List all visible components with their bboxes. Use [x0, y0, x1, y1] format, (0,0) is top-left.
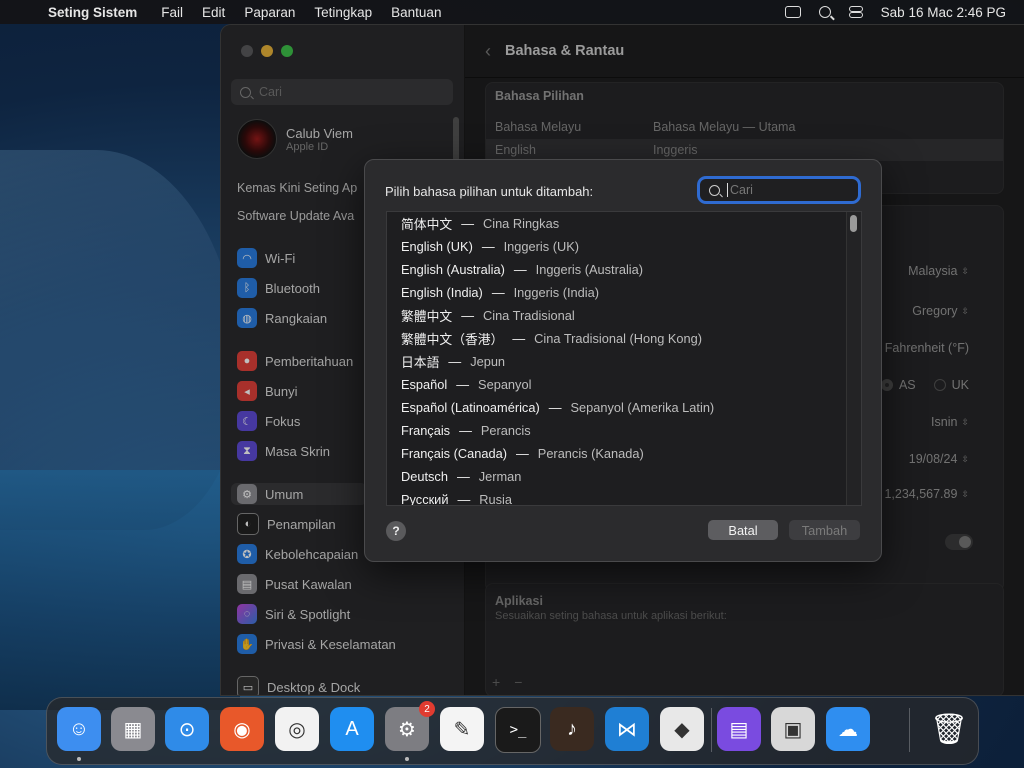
language-translated-name: Perancis (Kanada): [537, 446, 644, 461]
language-translated-name: Inggeris (Australia): [535, 262, 644, 277]
menu-view[interactable]: Paparan: [244, 5, 295, 20]
dock-separator: [909, 708, 910, 752]
language-option[interactable]: Русский — Rusia: [387, 488, 861, 506]
control-center-icon[interactable]: [848, 6, 863, 18]
language-native-name: Español: [401, 377, 448, 392]
language-option[interactable]: Français — Perancis: [387, 419, 861, 442]
menu-clock[interactable]: Sab 16 Mac 2:46 PG: [881, 5, 1006, 20]
text-caret: [727, 183, 728, 197]
help-button[interactable]: ?: [386, 521, 406, 541]
separator: —: [481, 239, 495, 254]
weather-icon[interactable]: ☁: [826, 707, 870, 751]
safari-icon[interactable]: ⊙: [165, 707, 209, 751]
language-list[interactable]: 简体中文 — Cina Ringkas English (UK) — Inggeris (…: [386, 211, 862, 506]
separator: —: [512, 331, 526, 346]
language-native-name: 简体中文: [401, 217, 453, 232]
language-option[interactable]: Français (Canada) — Perancis (Kanada): [387, 442, 861, 465]
language-translated-name: Inggeris (India): [513, 285, 599, 300]
add-button[interactable]: Tambah: [789, 520, 860, 540]
separator: —: [515, 446, 529, 461]
separator: —: [456, 469, 470, 484]
separator: —: [456, 377, 470, 392]
garageband-icon[interactable]: ♪: [550, 707, 594, 751]
language-option[interactable]: English (Australia) — Inggeris (Australia): [387, 258, 861, 281]
language-native-name: Deutsch: [401, 469, 448, 484]
language-translated-name: Jepun: [470, 354, 506, 369]
launchpad-icon[interactable]: ▦: [111, 707, 155, 751]
separator: —: [461, 216, 474, 231]
menu-bar: Seting Sistem Fail Edit Paparan Tetingka…: [0, 0, 1024, 24]
language-translated-name: Inggeris (UK): [503, 239, 580, 254]
notification-badge: 2: [419, 701, 435, 717]
language-option[interactable]: English (India) — Inggeris (India): [387, 281, 861, 304]
firefox-icon[interactable]: ◉: [220, 707, 264, 751]
language-native-name: Français: [401, 423, 451, 438]
language-translated-name: Rusia: [479, 492, 512, 506]
running-indicator: [405, 757, 409, 761]
screen-mirroring-icon[interactable]: [784, 6, 801, 18]
dock: ☺ ▦ ⊙ ◉ ◎ A ⚙ 2 ✎ >_ ♪ ⋈ ◆ ▤ ▣ ☁ 🗑: [46, 697, 979, 765]
spotlight-icon[interactable]: [818, 6, 831, 18]
add-language-sheet: Pilih bahasa pilihan untuk ditambah: Car…: [364, 159, 882, 562]
separator: —: [459, 423, 472, 438]
storage-icon[interactable]: ▤: [717, 707, 761, 751]
sheet-prompt: Pilih bahasa pilihan untuk ditambah:: [385, 184, 594, 199]
running-indicator: [77, 757, 81, 761]
scrollbar-thumb[interactable]: [850, 215, 857, 232]
language-search-input[interactable]: Cari: [700, 179, 858, 201]
separator: —: [513, 262, 527, 277]
language-native-name: English (UK): [401, 239, 473, 254]
language-native-name: Español (Latinoamérica): [401, 400, 540, 415]
vscode-icon[interactable]: ⋈: [605, 707, 649, 751]
language-search-placeholder: Cari: [730, 183, 753, 197]
textedit-icon[interactable]: ✎: [440, 707, 484, 751]
roblox-icon[interactable]: ◆: [660, 707, 704, 751]
language-native-name: 日本語: [401, 355, 440, 370]
language-native-name: Русский: [401, 492, 449, 506]
language-option[interactable]: Español — Sepanyol: [387, 373, 861, 396]
separator: —: [461, 308, 474, 323]
language-option[interactable]: Español (Latinoamérica) — Sepanyol (Amerik…: [387, 396, 861, 419]
system-settings-icon[interactable]: ⚙ 2: [385, 701, 435, 751]
menu-edit[interactable]: Edit: [202, 5, 225, 20]
language-native-name: 繁體中文（香港）: [401, 332, 504, 347]
language-translated-name: Sepanyol: [478, 377, 532, 392]
separator: —: [548, 400, 562, 415]
app-store-icon[interactable]: A: [330, 707, 374, 751]
language-native-name: English (India): [401, 285, 483, 300]
language-translated-name: Sepanyol (Amerika Latin): [570, 400, 715, 415]
menu-app-name[interactable]: Seting Sistem: [48, 5, 137, 20]
trash-icon[interactable]: 🗑: [927, 707, 971, 751]
language-native-name: Français (Canada): [401, 446, 507, 461]
menu-file[interactable]: Fail: [161, 5, 183, 20]
menu-help[interactable]: Bantuan: [391, 5, 441, 20]
menu-window[interactable]: Tetingkap: [314, 5, 372, 20]
wallpaper-sea: [0, 470, 240, 710]
terminal-icon[interactable]: >_: [495, 707, 541, 753]
language-native-name: 繁體中文: [401, 309, 453, 324]
language-option[interactable]: 繁體中文 — Cina Tradisional: [387, 304, 861, 327]
chrome-icon[interactable]: ◎: [275, 707, 319, 751]
language-option[interactable]: 日本語 — Jepun: [387, 350, 861, 373]
boot-camp-icon[interactable]: ▣: [771, 707, 815, 751]
language-translated-name: Perancis: [480, 423, 531, 438]
language-option[interactable]: English (UK) — Inggeris (UK): [387, 235, 861, 258]
search-icon: [709, 184, 720, 196]
language-translated-name: Cina Ringkas: [482, 216, 560, 231]
language-translated-name: Jerman: [478, 469, 522, 484]
finder-icon[interactable]: ☺: [57, 707, 101, 751]
language-option[interactable]: 简体中文 — Cina Ringkas: [387, 212, 861, 235]
separator: —: [457, 492, 471, 506]
language-list-scrollbar[interactable]: [846, 212, 861, 505]
language-option[interactable]: 繁體中文（香港） — Cina Tradisional (Hong Kong): [387, 327, 861, 350]
language-native-name: English (Australia): [401, 262, 505, 277]
separator: —: [448, 354, 462, 369]
dock-separator: [711, 708, 712, 752]
separator: —: [491, 285, 505, 300]
language-translated-name: Cina Tradisional: [482, 308, 575, 323]
cancel-button[interactable]: Batal: [708, 520, 778, 540]
language-option[interactable]: Deutsch — Jerman: [387, 465, 861, 488]
language-translated-name: Cina Tradisional (Hong Kong): [534, 331, 703, 346]
